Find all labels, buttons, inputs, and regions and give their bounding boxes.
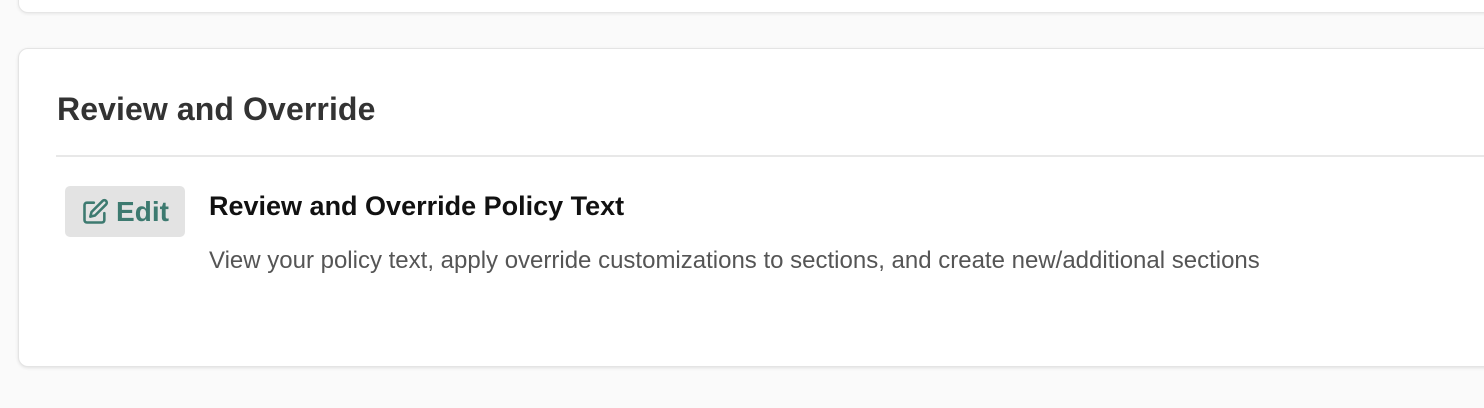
- edit-button[interactable]: Edit: [65, 186, 185, 237]
- section-divider: [56, 155, 1484, 157]
- edit-button-label: Edit: [116, 195, 169, 227]
- previous-card: [18, 0, 1484, 13]
- item-description: View your policy text, apply override cu…: [209, 247, 1260, 274]
- item-title: Review and Override Policy Text: [209, 191, 625, 221]
- review-override-card: Review and Override Edit Review and Over…: [18, 48, 1484, 367]
- section-title: Review and Override: [57, 91, 376, 127]
- page: Review and Override Edit Review and Over…: [0, 0, 1484, 408]
- edit-icon: [81, 198, 109, 226]
